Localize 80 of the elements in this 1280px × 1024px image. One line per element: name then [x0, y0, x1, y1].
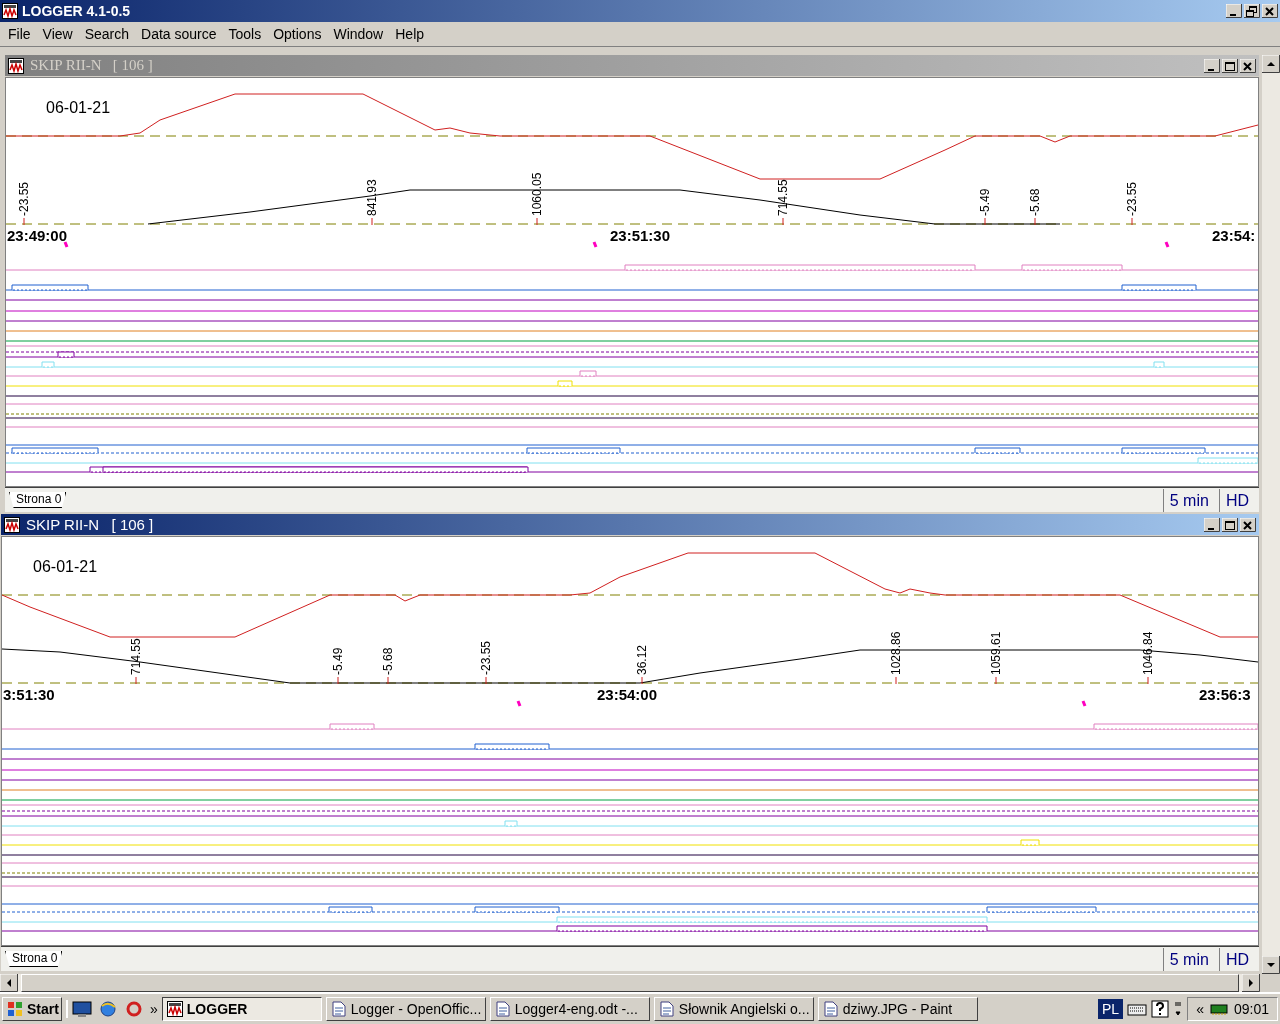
menu-item[interactable]: View — [36, 24, 79, 44]
tray-expand-chevron[interactable]: « — [1196, 1001, 1204, 1017]
app-title: LOGGER 4.1-0.5 — [22, 3, 132, 19]
value-label: -5.68 — [381, 647, 395, 675]
value-label: 36.12 — [635, 644, 649, 675]
value-label: 714.55 — [129, 638, 143, 675]
maximize-button[interactable] — [1222, 58, 1238, 73]
scroll-down-button[interactable] — [1262, 956, 1280, 974]
value-label: -23.55 — [479, 640, 493, 675]
menu-item[interactable]: File — [2, 24, 37, 44]
window-title: SKIP RII-N [ 106 ] — [26, 516, 155, 533]
minimize-button[interactable] — [1226, 4, 1242, 18]
restore-button[interactable] — [1244, 4, 1260, 18]
clock: 09:01 — [1233, 1001, 1269, 1017]
mode-label: HD — [1218, 947, 1259, 971]
date-label: 06-01-21 — [46, 99, 111, 116]
close-button[interactable] — [1262, 4, 1278, 18]
taskbar-button[interactable]: Logger - OpenOffic... — [325, 997, 486, 1021]
time-label: 23:51:30 — [610, 227, 670, 244]
window-logo-icon — [8, 57, 24, 74]
scroll-up-button[interactable] — [1262, 55, 1280, 73]
window-title: SKIP RII-N [ 106 ] — [30, 57, 154, 74]
time-label: 23:54: — [1212, 227, 1256, 244]
time-label: 23:56:3 — [1199, 686, 1251, 703]
scroll-left-button[interactable] — [0, 974, 18, 992]
menu-item[interactable]: Search — [78, 24, 135, 44]
taskbar-button[interactable]: Logger4-eng.odt -... — [489, 997, 650, 1021]
menu-item[interactable]: Tools — [222, 24, 268, 44]
taskbar-button[interactable]: dziwy.JPG - Paint — [817, 997, 978, 1021]
menu-item[interactable]: Window — [327, 24, 390, 44]
page-tab[interactable]: Strona 0 — [5, 951, 63, 967]
time-label: 23:49:00 — [7, 227, 68, 244]
value-label: -5.68 — [1028, 188, 1042, 216]
menu-item[interactable]: Options — [267, 24, 328, 44]
keyboard-icon[interactable] — [1127, 1001, 1148, 1017]
help-icon[interactable] — [1151, 1000, 1170, 1018]
value-label: 714.55 — [776, 179, 790, 216]
desktop-icon[interactable] — [72, 1000, 92, 1018]
value-label: -5.49 — [331, 647, 345, 675]
more-chevron[interactable]: » — [150, 1001, 158, 1017]
value-label: 1060.05 — [530, 172, 544, 216]
menu-item[interactable]: Help — [389, 24, 431, 44]
document-icon — [330, 1001, 347, 1017]
maximize-button[interactable] — [1222, 517, 1238, 532]
page-tab[interactable]: Strona 0 — [9, 492, 67, 508]
date-label: 06-01-21 — [33, 558, 98, 575]
value-label: 1059.61 — [989, 631, 1003, 675]
value-label: -23.55 — [17, 181, 31, 216]
app-logo-icon — [2, 3, 18, 19]
start-button[interactable]: Start — [2, 997, 62, 1021]
minimize-button[interactable] — [1204, 58, 1220, 73]
value-label: -23.55 — [1125, 181, 1139, 216]
taskbar-button[interactable]: Słownik Angielski o... — [653, 997, 814, 1021]
time-label: 23:54:00 — [597, 686, 657, 703]
document-icon — [494, 1001, 511, 1017]
browser-icon[interactable] — [98, 1000, 118, 1018]
ring-icon[interactable] — [124, 1000, 144, 1018]
document-icon — [822, 1001, 839, 1017]
close-button[interactable] — [1240, 517, 1256, 532]
expand-arrows-icon[interactable] — [1173, 1000, 1184, 1018]
window-logo-icon — [4, 516, 20, 533]
language-indicator[interactable]: PL — [1098, 999, 1124, 1019]
mode-label: HD — [1218, 488, 1259, 512]
close-button[interactable] — [1240, 58, 1256, 73]
app-logo-icon — [166, 1001, 183, 1017]
document-icon — [658, 1001, 675, 1017]
network-card-icon[interactable] — [1209, 1002, 1228, 1016]
menu-item[interactable]: Data source — [135, 24, 223, 44]
value-label: 841.93 — [365, 179, 379, 216]
value-label: 1046.84 — [1141, 631, 1155, 675]
interval-label: 5 min — [1162, 947, 1219, 971]
scroll-right-button[interactable] — [1242, 974, 1260, 992]
interval-label: 5 min — [1162, 488, 1219, 512]
windows-flag-icon — [7, 1001, 23, 1017]
taskbar-button[interactable]: LOGGER — [161, 997, 322, 1021]
time-label: 3:51:30 — [3, 686, 55, 703]
minimize-button[interactable] — [1204, 517, 1220, 532]
value-label: 1028.86 — [889, 631, 903, 675]
scroll-thumb[interactable] — [21, 974, 1239, 992]
value-label: -5.49 — [978, 188, 992, 216]
